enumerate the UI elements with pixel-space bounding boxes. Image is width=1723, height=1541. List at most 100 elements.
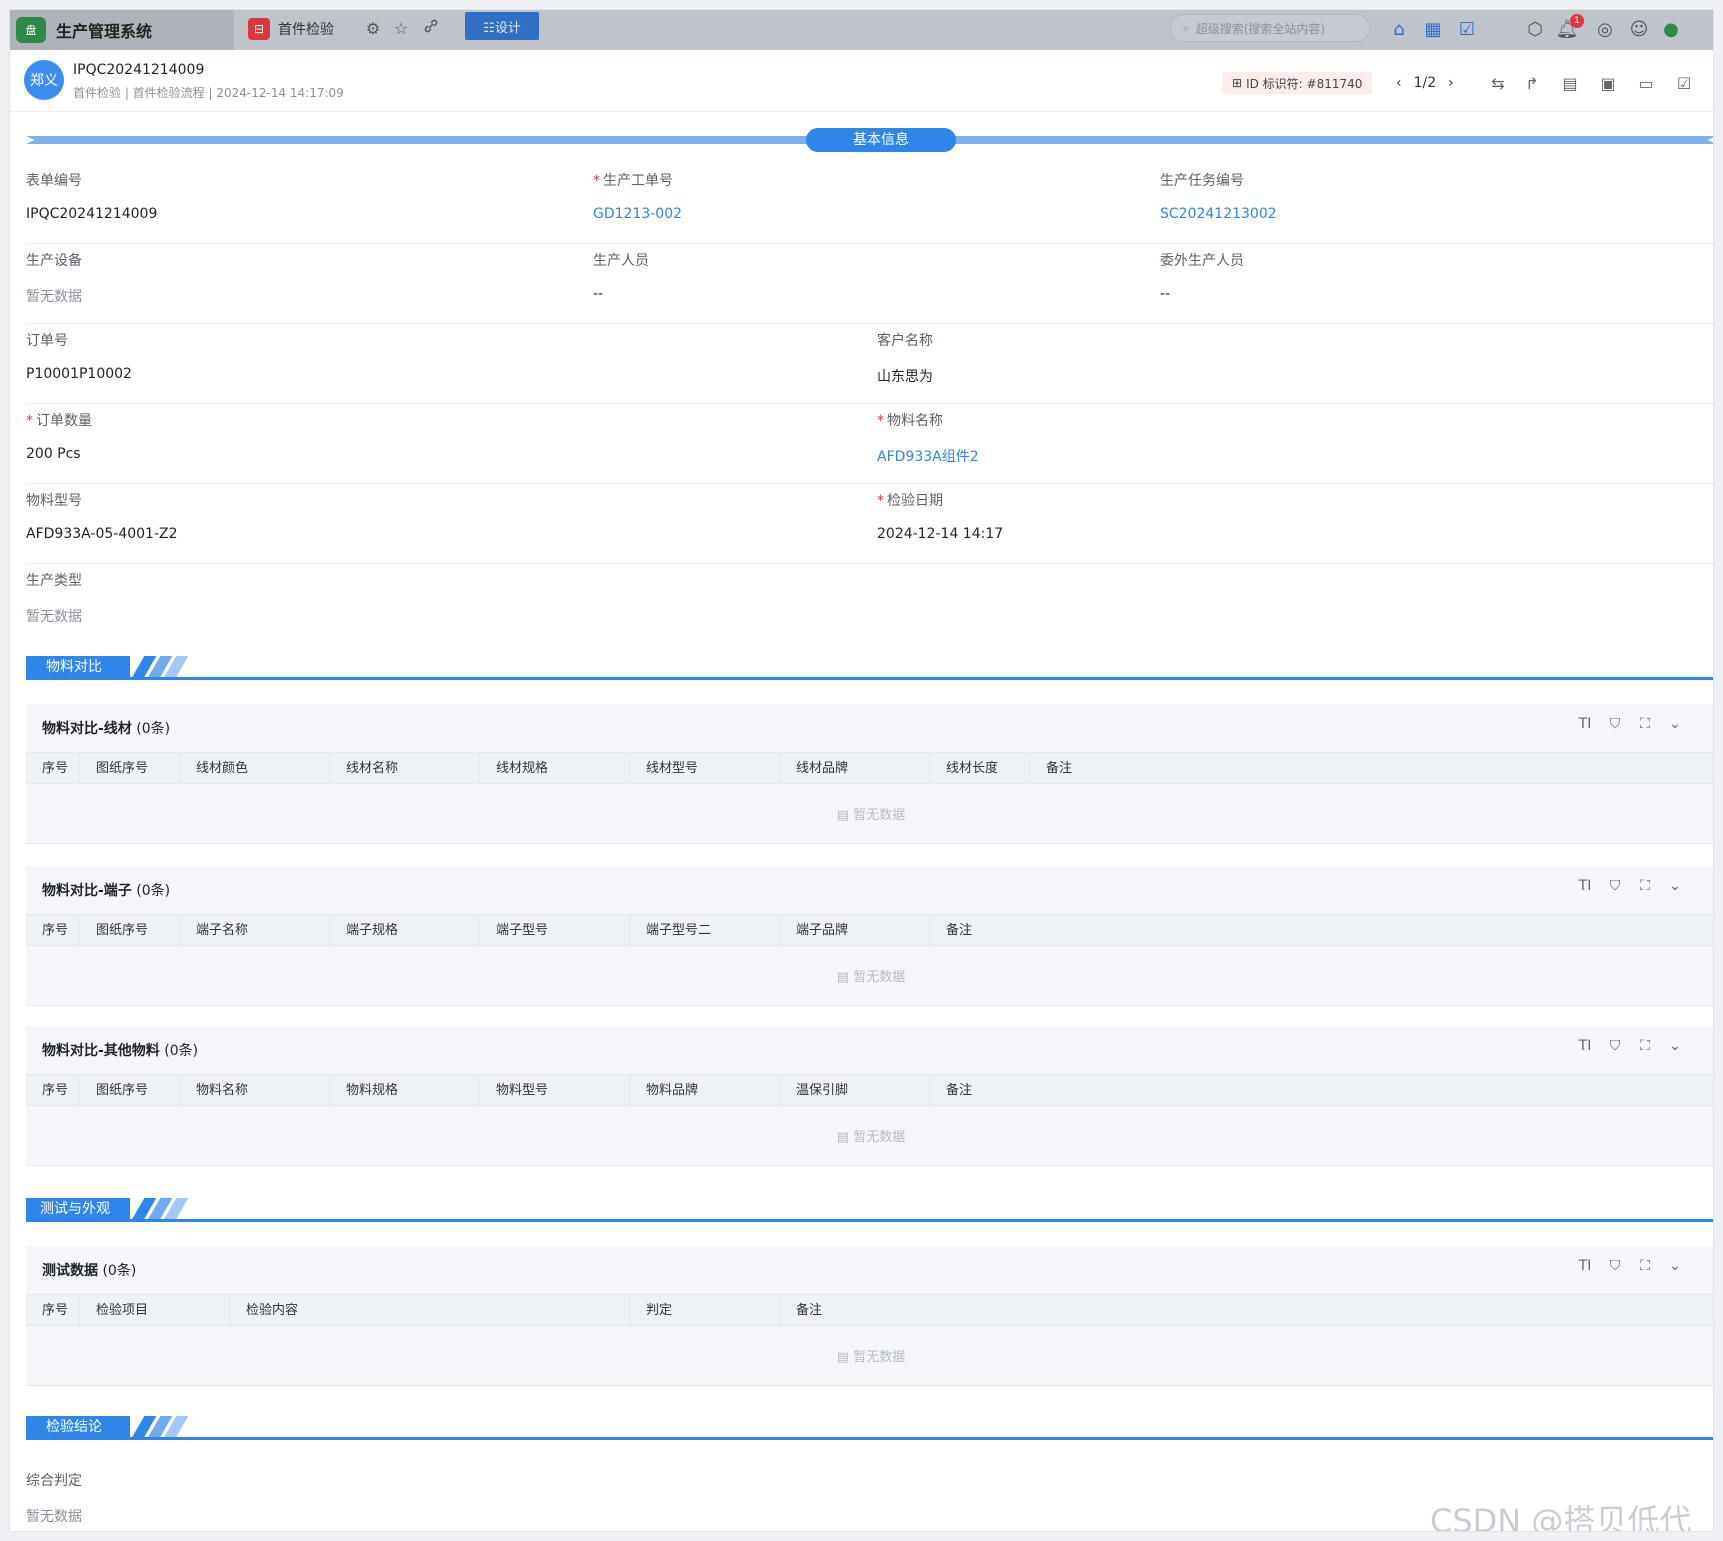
field-label: 订单数量 — [36, 413, 92, 429]
column-header[interactable]: 端子型号 — [480, 915, 630, 947]
column-header[interactable]: 线材品牌 — [780, 753, 930, 785]
fullscreen-icon[interactable]: ⛶ — [1630, 716, 1660, 732]
filter-icon[interactable]: ⛉ — [1600, 878, 1630, 894]
chevron-down-icon[interactable]: ⌄ — [1660, 716, 1690, 732]
column-header[interactable]: 备注 — [780, 1295, 1713, 1327]
column-header[interactable]: 序号 — [26, 915, 80, 947]
filter-icon[interactable]: ⛉ — [1600, 716, 1630, 732]
approve-icon[interactable]: ☑ — [1672, 72, 1696, 96]
font-size-icon[interactable]: TI — [1570, 1038, 1600, 1054]
work-order-link[interactable]: GD1213-002 — [593, 206, 682, 222]
user-icon[interactable]: ☺ — [1626, 16, 1652, 42]
column-header[interactable]: 线材颜色 — [180, 753, 330, 785]
table-header-row: 序号 图纸序号 物料名称 物料规格 物料型号 物料品牌 温保引脚 备注 — [26, 1074, 1713, 1107]
column-header[interactable]: 线材长度 — [930, 753, 1030, 785]
bell-icon[interactable]: 🔔︎ 1 — [1554, 14, 1584, 42]
table-title: 物料对比-端子 — [42, 883, 132, 899]
gear-icon[interactable]: ⚙ — [362, 18, 384, 40]
table-icon: ⊞ — [1232, 76, 1243, 90]
column-header[interactable]: 物料名称 — [180, 1075, 330, 1107]
filter-icon[interactable]: ⛉ — [1600, 1038, 1630, 1054]
hexagon-icon[interactable]: ⬡ — [1522, 16, 1548, 42]
column-header[interactable]: 端子名称 — [180, 915, 330, 947]
basic-info-banner: 基本信息 — [26, 128, 1713, 152]
column-header[interactable]: 检验项目 — [80, 1295, 230, 1327]
column-header[interactable]: 端子品牌 — [780, 915, 930, 947]
column-header[interactable]: 图纸序号 — [80, 753, 180, 785]
field-customer: 客户名称 山东思为 — [877, 330, 933, 386]
column-header[interactable]: 温保引脚 — [780, 1075, 930, 1107]
star-icon[interactable]: ☆ — [390, 18, 412, 40]
brand[interactable]: 盘 生产管理系统 — [10, 10, 234, 50]
table-wire: 物料对比-线材 (0条) TI ⛉ ⛶ ⌄ 序号 图纸序号 线材颜色 线材名称 … — [26, 704, 1713, 844]
flow-icon[interactable]: ⇆ — [1486, 72, 1510, 96]
field-work-order: * 生产工单号 GD1213-002 — [593, 170, 682, 222]
chevron-down-icon[interactable]: ⌄ — [1660, 1038, 1690, 1054]
column-header[interactable]: 检验内容 — [230, 1295, 630, 1327]
column-header[interactable]: 端子规格 — [330, 915, 480, 947]
search-input[interactable]: ⌕ 超级搜索(搜索全站内容) — [1170, 14, 1370, 42]
column-header[interactable]: 物料规格 — [330, 1075, 480, 1107]
chevron-down-icon[interactable]: ⌄ — [1660, 1258, 1690, 1274]
column-header[interactable]: 端子型号二 — [630, 915, 780, 947]
column-header[interactable]: 线材名称 — [330, 753, 480, 785]
compass-icon[interactable]: ◎ — [1592, 16, 1618, 42]
chevron-left-icon[interactable]: ‹ — [1396, 75, 1402, 91]
font-size-icon[interactable]: TI — [1570, 716, 1600, 732]
chevron-right-icon[interactable]: › — [1448, 75, 1454, 91]
apps-icon[interactable]: ▦ — [1420, 16, 1446, 42]
fullscreen-icon[interactable]: ⛶ — [1630, 1258, 1660, 1274]
column-header[interactable]: 序号 — [26, 1295, 80, 1327]
id-chip[interactable]: ⊞ ID 标识符: #811740 — [1222, 72, 1373, 94]
table-test-data: 测试数据 (0条) TI ⛉ ⛶ ⌄ 序号 检验项目 检验内容 判定 备注 ▤ … — [26, 1246, 1713, 1386]
home-icon[interactable]: ⌂ — [1386, 16, 1412, 42]
column-header[interactable]: 备注 — [930, 1075, 1713, 1107]
fullscreen-icon[interactable]: ⛶ — [1630, 878, 1660, 894]
avatar-icon[interactable]: ● — [1658, 16, 1684, 42]
top-bar: 盘 生产管理系统 ⊟ 首件检验 ⚙ ☆ ☷设计 ⌕ 超级搜索(搜索全站内容) ⌂… — [10, 10, 1713, 50]
section-title: 测试与外观 — [26, 1198, 130, 1220]
column-header[interactable]: 序号 — [26, 1075, 80, 1107]
column-header[interactable]: 备注 — [930, 915, 1713, 947]
calendar-icon[interactable]: ▭ — [1634, 72, 1658, 96]
field-value: -- — [1160, 286, 1171, 302]
column-header[interactable]: 备注 — [1030, 753, 1713, 785]
field-equipment: 生产设备 暂无数据 — [26, 250, 82, 306]
table-header-row: 序号 图纸序号 端子名称 端子规格 端子型号 端子型号二 端子品牌 备注 — [26, 914, 1713, 947]
field-value: P10001P10002 — [26, 366, 132, 382]
column-header[interactable]: 图纸序号 — [80, 915, 180, 947]
field-value: 2024-12-14 14:17 — [877, 526, 1004, 542]
tab-first-inspection[interactable]: ⊟ 首件检验 — [248, 14, 334, 44]
task-check-icon[interactable]: ☑ — [1454, 16, 1480, 42]
avatar: 郑义 — [24, 60, 64, 100]
required-mark: * — [593, 173, 600, 189]
required-mark: * — [26, 413, 33, 429]
column-header[interactable]: 线材型号 — [630, 753, 780, 785]
id-chip-label: ID 标识符: #811740 — [1246, 76, 1363, 91]
column-header[interactable]: 物料品牌 — [630, 1075, 780, 1107]
filter-icon[interactable]: ⛉ — [1600, 1258, 1630, 1274]
share-icon[interactable]: ↱ — [1520, 72, 1544, 96]
column-header[interactable]: 序号 — [26, 753, 80, 785]
fullscreen-icon[interactable]: ⛶ — [1630, 1038, 1660, 1054]
column-header[interactable]: 图纸序号 — [80, 1075, 180, 1107]
print-icon[interactable]: ▣ — [1596, 72, 1620, 96]
field-form-no: 表单编号 IPQC20241214009 — [26, 170, 157, 222]
document-icon[interactable]: ▤ — [1558, 72, 1582, 96]
column-header[interactable]: 线材规格 — [480, 753, 630, 785]
material-name-link[interactable]: AFD933A组件2 — [877, 446, 979, 466]
field-row: * 订单数量 200 Pcs * 物料名称 AFD933A组件2 — [26, 410, 1713, 484]
watermark: CSDN @搭贝低代码 — [1430, 1502, 1692, 1531]
font-size-icon[interactable]: TI — [1570, 878, 1600, 894]
field-label: 生产人员 — [593, 253, 649, 269]
field-label: 表单编号 — [26, 173, 82, 189]
link-icon[interactable] — [420, 18, 442, 40]
column-header[interactable]: 判定 — [630, 1295, 780, 1327]
design-button[interactable]: ☷设计 — [465, 12, 539, 40]
required-mark: * — [877, 493, 884, 509]
field-material-name: * 物料名称 AFD933A组件2 — [877, 410, 979, 466]
task-no-link[interactable]: SC20241213002 — [1160, 206, 1277, 222]
chevron-down-icon[interactable]: ⌄ — [1660, 878, 1690, 894]
column-header[interactable]: 物料型号 — [480, 1075, 630, 1107]
font-size-icon[interactable]: TI — [1570, 1258, 1600, 1274]
